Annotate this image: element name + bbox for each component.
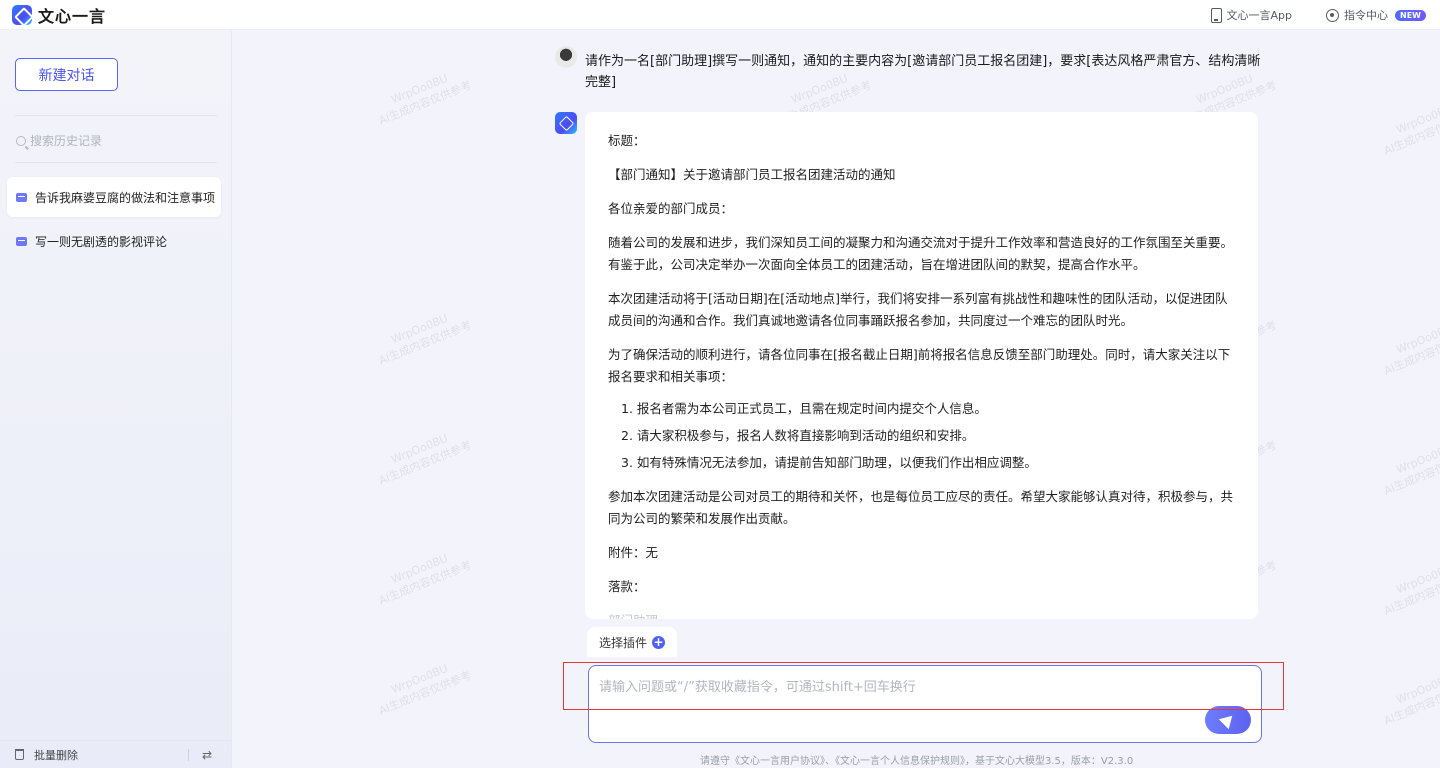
sidebar-divider (15, 115, 217, 116)
answer-paragraph: 落款： (608, 579, 646, 594)
watermark: WrpOo0BUAI生成内容仅供参考 (371, 424, 474, 489)
watermark-note: AI生成内容仅供参考 (1381, 328, 1440, 378)
app-download-link[interactable]: 文心一言App (1210, 7, 1293, 23)
answer-paragraph: 部门助理 (608, 610, 1234, 619)
sidebar: 新建对话 告诉我麻婆豆腐的做法和注意事项 写一则无剧透的影视评论 批量删除 ⇄ (0, 31, 232, 768)
trash-icon[interactable] (15, 749, 24, 760)
new-chat-button[interactable]: 新建对话 (15, 58, 118, 91)
watermark-note: AI生成内容仅供参考 (1381, 678, 1440, 728)
history-item-title: 写一则无剧透的影视评论 (35, 234, 168, 249)
search-icon (16, 136, 26, 146)
prompt-center-link[interactable]: 指令中心 NEW (1326, 7, 1426, 23)
user-question: 请作为一名[部门助理]撰写一则通知，通知的主要内容为[邀请部门员工报名团建]，要… (585, 54, 1261, 90)
watermark: WrpOo0BUAI生成内容仅供参考 (371, 544, 474, 609)
watermark-note: AI生成内容仅供参考 (1381, 448, 1440, 498)
history-item[interactable]: 告诉我麻婆豆腐的做法和注意事项 (7, 177, 221, 217)
footer-separator (188, 749, 189, 761)
watermark-note: AI生成内容仅供参考 (376, 558, 474, 608)
select-plugin-button[interactable]: 选择插件 + (587, 627, 677, 657)
history-item[interactable]: 写一则无剧透的影视评论 (7, 221, 221, 261)
watermark-note: AI生成内容仅供参考 (376, 438, 474, 488)
watermark-code: WrpOo0BU (389, 311, 450, 347)
watermark-code: WrpOo0BU (389, 431, 450, 467)
history-search (16, 132, 216, 150)
watermark-code: WrpOo0BU (389, 551, 450, 587)
watermark-code: WrpOo0BU (389, 71, 450, 107)
chat-bubble-icon (16, 192, 27, 202)
answer-list: 1. 报名者需为本公司正式员工，且需在规定时间内提交个人信息。 2. 请大家积极… (608, 398, 1234, 474)
answer-paragraph: 附件：无 (608, 545, 659, 560)
top-right-links: 文心一言App 指令中心 NEW (1210, 4, 1426, 26)
watermark-code: WrpOo0BU (1394, 101, 1440, 137)
watermark-code: WrpOo0BU (1394, 321, 1440, 357)
list-item: 2. 请大家积极参与，报名人数将直接影响到活动的组织和安排。 (621, 428, 975, 443)
new-badge: NEW (1395, 9, 1426, 21)
answer-card: 标题： 【部门通知】关于邀请部门员工报名团建活动的通知 各位亲爱的部门成员： 随… (585, 112, 1258, 619)
swap-icon[interactable]: ⇄ (202, 748, 212, 762)
chat-main: WrpOo0BU AI生成内容仅供参考 WrpOo0BU AI生成内容仅供参考 Wr… (233, 31, 1440, 768)
bot-avatar-icon (555, 112, 577, 134)
history-search-input[interactable] (30, 134, 210, 148)
watermark: WrpOo0BUAI生成内容仅供参考 (1376, 94, 1440, 159)
sidebar-divider (15, 162, 217, 163)
answer-paragraph: 为了确保活动的顺利进行，请各位同事在[报名截止日期]前将报名信息反馈至部门助理处… (608, 347, 1231, 384)
top-bar: 文心一言 文心一言App 指令中心 NEW (0, 0, 1440, 30)
chat-bubble-icon (16, 236, 27, 246)
watermark: WrpOo0BUAI生成内容仅供参考 (371, 304, 474, 369)
chat-input-box (588, 665, 1262, 743)
watermark-note: AI生成内容仅供参考 (376, 78, 474, 128)
list-item: 1. 报名者需为本公司正式员工，且需在规定时间内提交个人信息。 (621, 401, 987, 416)
answer-paragraph: 随着公司的发展和进步，我们深知员工间的凝聚力和沟通交流对于提升工作效率和营造良好… (608, 235, 1234, 272)
watermark: WrpOo0BUAI生成内容仅供参考 (371, 654, 474, 719)
watermark: WrpOo0BUAI生成内容仅供参考 (371, 64, 474, 129)
send-button[interactable] (1205, 706, 1251, 734)
watermark-note: AI生成内容仅供参考 (376, 318, 474, 368)
history-item-title: 告诉我麻婆豆腐的做法和注意事项 (35, 190, 216, 205)
prompt-center-label: 指令中心 (1344, 9, 1389, 22)
app-download-label: 文心一言App (1226, 9, 1293, 22)
watermark-note: AI生成内容仅供参考 (376, 668, 474, 718)
watermark-note: AI生成内容仅供参考 (1381, 568, 1440, 618)
footer-agreement: 请遵守《文心一言用户协议》、《文心一言个人信息保护规则》，基于文心大模型3.5，… (700, 756, 1134, 767)
watermark-code: WrpOo0BU (1394, 441, 1440, 477)
send-icon (1218, 710, 1238, 730)
chat-input[interactable] (599, 676, 1249, 704)
answer-paragraph: 各位亲爱的部门成员： (608, 201, 734, 216)
wenxin-logo-icon (12, 5, 32, 25)
sidebar-footer: 批量删除 ⇄ (0, 740, 232, 768)
watermark: WrpOo0BUAI生成内容仅供参考 (1376, 434, 1440, 499)
watermark-code: WrpOo0BU (389, 661, 450, 697)
lightbulb-icon (1326, 8, 1340, 22)
answer-paragraph: 标题： (608, 133, 646, 148)
watermark: WrpOo0BUAI生成内容仅供参考 (1376, 664, 1440, 729)
brand-name: 文心一言 (38, 7, 107, 26)
phone-icon (1210, 7, 1222, 23)
answer-paragraph: 参加本次团建活动是公司对员工的期待和关怀，也是每位员工应尽的责任。希望大家能够认… (608, 489, 1234, 526)
user-avatar (555, 46, 577, 68)
bulk-delete-button[interactable]: 批量删除 (34, 747, 78, 763)
brand[interactable]: 文心一言 (12, 3, 106, 27)
answer-paragraph: 本次团建活动将于[活动日期]在[活动地点]举行，我们将安排一系列富有挑战性和趣味… (608, 291, 1228, 328)
watermark-code: WrpOo0BU (1394, 561, 1440, 597)
answer-paragraph: 【部门通知】关于邀请部门员工报名团建活动的通知 (608, 167, 896, 182)
plus-icon: + (652, 634, 665, 649)
watermark-code: WrpOo0BU (1394, 671, 1440, 707)
select-plugin-label: 选择插件 (598, 635, 647, 650)
watermark-note: AI生成内容仅供参考 (1381, 108, 1440, 158)
watermark: WrpOo0BUAI生成内容仅供参考 (1376, 314, 1440, 379)
watermark: WrpOo0BUAI生成内容仅供参考 (1376, 554, 1440, 619)
list-item: 3. 如有特殊情况无法参加，请提前告知部门助理，以便我们作出相应调整。 (621, 455, 1037, 470)
